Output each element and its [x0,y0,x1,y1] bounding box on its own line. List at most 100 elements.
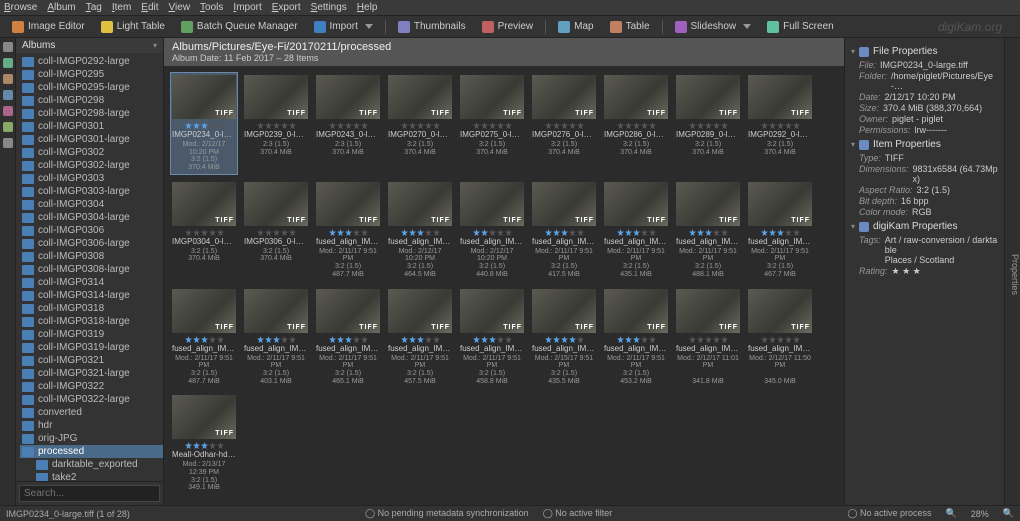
rating[interactable] [689,335,728,343]
thumbnail[interactable]: TIFFIMGP0286_0-larg…3:2 (1.5)370.4 MiB [602,72,670,175]
tree-item[interactable]: coll-IMGP0301-large [20,133,163,146]
rail-icon[interactable] [3,42,13,52]
tree-item[interactable]: coll-IMGP0308 [20,250,163,263]
thumbnail[interactable]: TIFFIMGP0239_0-larg…2:3 (1.5)370.4 MiB [242,72,310,175]
tree-item[interactable]: take2 [20,471,163,481]
album-tree[interactable]: coll-IMGP0292-largecoll-IMGP0295coll-IMG… [16,53,163,481]
tree-item[interactable]: coll-IMGP0295-large [20,81,163,94]
rating[interactable] [185,335,224,343]
tree-item[interactable]: orig-JPG [20,432,163,445]
rating[interactable] [545,335,584,343]
thumbnail[interactable]: TIFFfused_align_IMG…Mod.: 2/11/17 9:51 P… [602,286,670,389]
rating[interactable] [401,335,440,343]
rating[interactable] [617,121,656,129]
rating[interactable] [257,121,296,129]
thumbnail[interactable]: TIFFfused_align_IMG…Mod.: 2/12/17 11:50 … [746,286,814,389]
props-section-header[interactable]: Item Properties [851,139,998,150]
thumbnail[interactable]: TIFFIMGP0270_0-larg…3:2 (1.5)370.4 MiB [386,72,454,175]
thumbnail[interactable]: TIFFfused_align_IMG…Mod.: 2/11/17 9:51 P… [386,286,454,389]
rating[interactable] [257,228,296,236]
thumbnail[interactable]: TIFFIMGP0304_0-larg…3:2 (1.5)370.4 MiB [170,179,238,282]
rating[interactable] [185,441,224,449]
menu-help[interactable]: Help [357,2,378,13]
rating[interactable] [401,228,440,236]
rating[interactable] [473,228,512,236]
rating[interactable] [689,121,728,129]
tree-item[interactable]: coll-IMGP0318 [20,302,163,315]
rating[interactable] [185,121,224,129]
thumbnail[interactable]: TIFFIMGP0234_0-larg…Mod.: 2/12/17 10:20 … [170,72,238,175]
tree-item[interactable]: coll-IMGP0319-large [20,341,163,354]
thumbnail[interactable]: TIFFfused_align_IMG…Mod.: 2/11/17 9:51 P… [530,179,598,282]
toolbar-table[interactable]: Table [604,20,656,34]
tree-item[interactable]: coll-IMGP0304 [20,198,163,211]
tree-item[interactable]: coll-IMGP0321-large [20,367,163,380]
thumbnail[interactable]: TIFFIMGP0289_0-larg…3:2 (1.5)370.4 MiB [674,72,742,175]
rating[interactable] [401,121,440,129]
menu-browse[interactable]: Browse [4,2,37,13]
menu-import[interactable]: Import [233,2,261,13]
thumbnail[interactable]: TIFFfused_align_IMG…Mod.: 2/12/17 10:20 … [458,179,526,282]
tree-item[interactable]: coll-IMGP0319 [20,328,163,341]
rating[interactable] [617,335,656,343]
menu-export[interactable]: Export [272,2,301,13]
rail-icon[interactable] [3,138,13,148]
rating[interactable] [473,335,512,343]
menu-view[interactable]: View [169,2,191,13]
rating[interactable] [185,228,224,236]
tree-item[interactable]: coll-IMGP0321 [20,354,163,367]
rating[interactable] [329,121,368,129]
rail-icon[interactable] [3,58,13,68]
thumbnail[interactable]: TIFFIMGP0306_0-larg…3:2 (1.5)370.4 MiB [242,179,310,282]
thumbnail[interactable]: TIFFfused_align_IMG…Mod.: 2/11/17 9:51 P… [746,179,814,282]
menu-settings[interactable]: Settings [311,2,347,13]
tree-item[interactable]: coll-IMGP0304-large [20,211,163,224]
thumbnail[interactable]: TIFFfused_align_IMG…Mod.: 2/15/17 9:51 P… [530,286,598,389]
tree-item[interactable]: coll-IMGP0295 [20,68,163,81]
tree-item[interactable]: coll-IMGP0306-large [20,237,163,250]
thumbnail[interactable]: TIFFfused_align_IMG…Mod.: 2/11/17 9:51 P… [314,286,382,389]
tree-item[interactable]: coll-IMGP0298-large [20,107,163,120]
thumbnail[interactable]: TIFFIMGP0243_0-larg…2:3 (1.5)370.4 MiB [314,72,382,175]
thumbnail[interactable]: TIFFfused_align_IMG…Mod.: 2/12/17 11:01 … [674,286,742,389]
props-section-header[interactable]: digiKam Properties [851,221,998,232]
toolbar-batch-queue-manager[interactable]: Batch Queue Manager [175,20,304,34]
right-rail[interactable]: Properties [1004,38,1020,505]
tree-item[interactable]: coll-IMGP0292-large [20,55,163,68]
toolbar-image-editor[interactable]: Image Editor [6,20,91,34]
thumbnail[interactable]: TIFFIMGP0292_0-larg…3:2 (1.5)370.4 MiB [746,72,814,175]
toolbar-thumbnails[interactable]: Thumbnails [392,20,472,34]
rating[interactable] [761,121,800,129]
tree-item[interactable]: coll-IMGP0322 [20,380,163,393]
thumbnail[interactable]: TIFFIMGP0276_0-larg…3:2 (1.5)370.4 MiB [530,72,598,175]
zoom-out-icon[interactable]: 🔍 [946,508,957,519]
thumbnail[interactable]: TIFFfused_align_IMG…Mod.: 2/11/17 9:51 P… [674,179,742,282]
rail-icon[interactable] [3,122,13,132]
toolbar-map[interactable]: Map [552,20,599,34]
thumbnail[interactable]: TIFFfused_align_IMG…Mod.: 2/11/17 9:51 P… [458,286,526,389]
tree-item[interactable]: coll-IMGP0302-large [20,159,163,172]
thumbnail[interactable]: TIFFMeall-Odhar-hdr…Mod.: 2/13/17 12:39 … [170,392,238,495]
search-input[interactable] [19,485,160,502]
tree-item[interactable]: coll-IMGP0306 [20,224,163,237]
tree-item[interactable]: coll-IMGP0298 [20,94,163,107]
rail-icon[interactable] [3,106,13,116]
menu-album[interactable]: Album [47,2,75,13]
tree-item[interactable]: hdr [20,419,163,432]
menu-tools[interactable]: Tools [200,2,223,13]
chevron-down-icon[interactable]: ▾ [153,41,157,50]
rating[interactable] [329,335,368,343]
rail-icon[interactable] [3,74,13,84]
thumbnail[interactable]: TIFFfused_align_IMG…Mod.: 2/11/17 9:51 P… [314,179,382,282]
menu-edit[interactable]: Edit [141,2,158,13]
toolbar-preview[interactable]: Preview [476,20,540,34]
rating[interactable] [761,335,800,343]
thumbnail[interactable]: TIFFfused_align_IMG…Mod.: 2/11/17 9:51 P… [242,286,310,389]
rating[interactable] [329,228,368,236]
tree-item[interactable]: coll-IMGP0322-large [20,393,163,406]
tree-item[interactable]: coll-IMGP0318-large [20,315,163,328]
zoom-in-icon[interactable]: 🔍 [1003,508,1014,519]
tree-item[interactable]: converted [20,406,163,419]
thumbnail[interactable]: TIFFfused_align_IMG…Mod.: 2/11/17 9:51 P… [170,286,238,389]
rating[interactable] [473,121,512,129]
